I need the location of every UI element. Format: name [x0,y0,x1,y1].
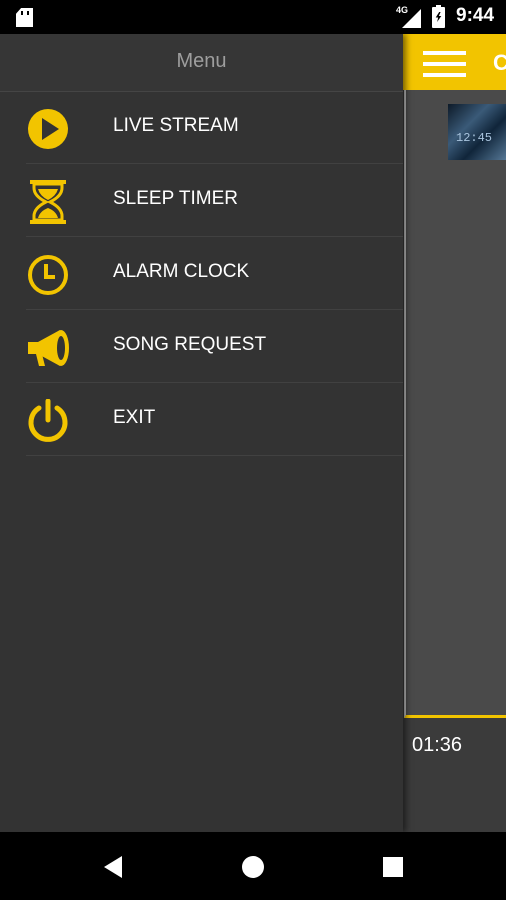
clock-icon [28,255,68,295]
recents-icon[interactable] [378,852,408,882]
battery-charging-icon [432,5,445,28]
power-icon [28,399,68,442]
menu-item-label: ALARM CLOCK [113,261,250,282]
menu-item-label: SONG REQUEST [113,334,267,355]
menu-item-song-request[interactable]: SONG REQUEST [0,310,403,383]
status-bar: 4G 9:44 [0,0,506,34]
video-panel[interactable]: 12:45 [404,90,506,718]
menu-item-label: EXIT [113,407,156,428]
main-content: C 12:45 01:36 [402,34,506,832]
app-bar: C [402,34,506,90]
sd-card-icon [16,8,33,27]
menu-item-label: SLEEP TIMER [113,188,238,209]
hourglass-icon [30,180,66,224]
navigation-drawer: Menu LIVE STREAM SLEEP TIMER ALARM CLOCK [0,34,403,832]
thumbnail-image[interactable]: 12:45 [448,104,506,160]
drawer-header: Menu [0,34,403,92]
play-icon [28,109,68,149]
system-nav-bar [0,832,506,900]
thumbnail-text: 12:45 [456,131,493,145]
hamburger-menu-icon[interactable] [423,51,466,78]
home-icon[interactable] [238,852,268,882]
menu-item-sleep-timer[interactable]: SLEEP TIMER [0,164,403,237]
menu-item-exit[interactable]: EXIT [0,383,403,456]
network-type-label: 4G [396,5,409,15]
menu-item-label: LIVE STREAM [113,115,239,136]
menu-item-live-stream[interactable]: LIVE STREAM [0,91,403,164]
back-icon[interactable] [98,852,128,882]
drawer-title: Menu [176,50,227,72]
megaphone-icon [28,330,69,366]
playback-time: 01:36 [412,734,463,756]
divider [26,455,403,456]
app-bar-title: C [493,50,506,75]
status-clock: 9:44 [456,5,495,26]
menu-item-alarm-clock[interactable]: ALARM CLOCK [0,237,403,310]
